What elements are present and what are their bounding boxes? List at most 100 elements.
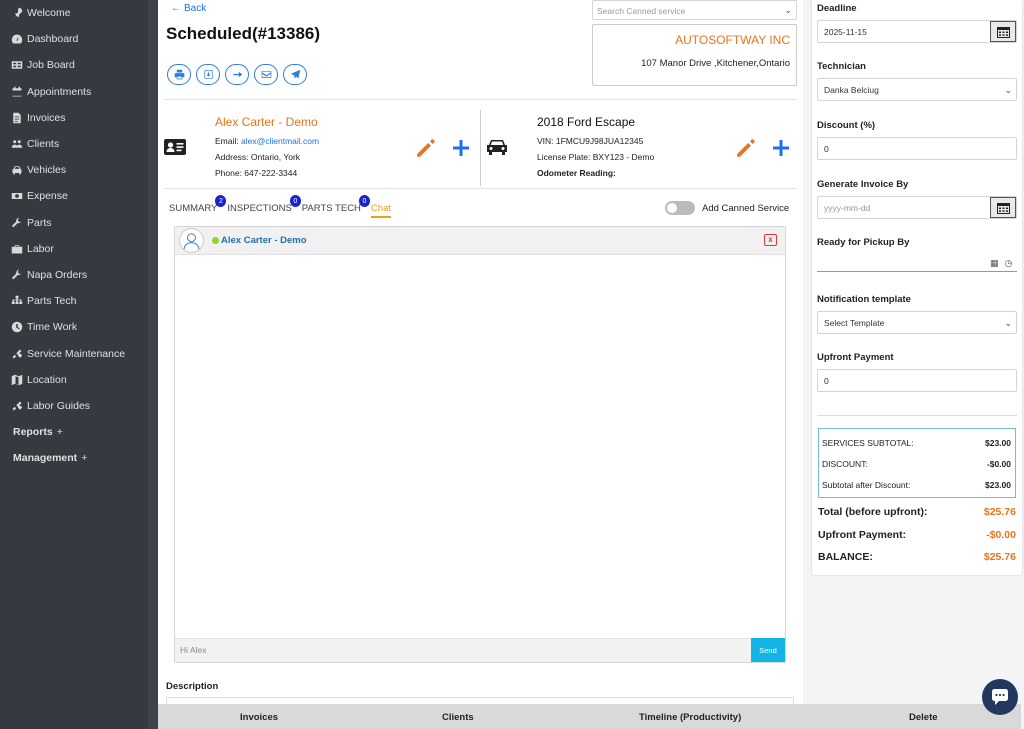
- clock-icon: [10, 321, 23, 334]
- sidebar-item-napa-orders[interactable]: Napa Orders: [0, 262, 148, 288]
- action-toolbar: [167, 64, 307, 85]
- sidebar-item-clients[interactable]: Clients: [0, 131, 148, 157]
- envelope-icon: [261, 71, 271, 78]
- invoice-icon: [10, 111, 23, 124]
- generate-invoice-calendar-button[interactable]: [990, 197, 1016, 218]
- notification-template-label: Notification template: [817, 294, 911, 305]
- client-name[interactable]: Alex Carter - Demo: [215, 115, 318, 129]
- sidebar-item-welcome[interactable]: Welcome: [0, 0, 148, 26]
- download-button[interactable]: [196, 64, 220, 85]
- sidebar-item-vehicles[interactable]: Vehicles: [0, 157, 148, 183]
- chat-send-button[interactable]: Send: [751, 638, 785, 662]
- edit-client-pencil-icon[interactable]: [415, 137, 437, 159]
- calendar-icon: [10, 85, 23, 98]
- sidebar-item-location[interactable]: Location: [0, 367, 148, 393]
- calendar-icon[interactable]: ▦: [990, 258, 999, 269]
- sidebar-item-labor[interactable]: Labor: [0, 236, 148, 262]
- dashboard-icon: [10, 33, 23, 46]
- edit-vehicle-pencil-icon[interactable]: [735, 137, 757, 159]
- sidebar-item-parts[interactable]: Parts: [0, 210, 148, 236]
- client-address: Address: Ontario, York: [215, 152, 301, 162]
- wrench-icon: [10, 216, 23, 229]
- chat-bubble-button[interactable]: [982, 679, 1018, 715]
- description-label: Description: [166, 681, 219, 692]
- tools-icon: [10, 399, 23, 412]
- sidebar-item-expense[interactable]: Expense: [0, 183, 148, 209]
- deadline-calendar-button[interactable]: [990, 21, 1016, 42]
- sidebar-item-label: Labor: [27, 242, 54, 255]
- footer-invoices-button[interactable]: Invoices: [240, 712, 278, 723]
- deadline-input[interactable]: 2025-11-15: [817, 20, 1017, 43]
- discount-input[interactable]: 0: [817, 137, 1017, 160]
- add-vehicle-plus-icon[interactable]: [771, 138, 791, 158]
- tab-badge: 0: [289, 195, 301, 207]
- chat-message-input[interactable]: Hi Alex: [175, 638, 751, 662]
- divider: [817, 415, 1017, 416]
- chat-bubble-icon: [992, 689, 1008, 705]
- footer-clients-button[interactable]: Clients: [442, 712, 474, 723]
- upfront-payment-input[interactable]: 0: [817, 369, 1017, 392]
- arrow-right-icon: [232, 71, 242, 78]
- download-icon: [203, 70, 213, 79]
- back-link[interactable]: ← Back: [171, 3, 206, 14]
- id-card-icon: [164, 139, 186, 155]
- add-canned-service-toggle[interactable]: [665, 201, 695, 215]
- client-phone: Phone: 647-222-3344: [215, 168, 298, 178]
- services-subtotal-row: SERVICES SUBTOTAL: $23.00: [822, 438, 1011, 448]
- chevron-down-icon: ⌄: [1004, 85, 1012, 95]
- footer-timeline-button[interactable]: Timeline (Productivity): [639, 712, 741, 723]
- pickup-datetime-input[interactable]: [817, 271, 1017, 272]
- tab-summary[interactable]: SUMMARY 2: [169, 195, 227, 218]
- tab-badge: 2: [215, 195, 227, 207]
- divider: [164, 188, 797, 189]
- map-icon: [10, 373, 23, 386]
- add-client-plus-icon[interactable]: [451, 138, 471, 158]
- print-button[interactable]: [167, 64, 191, 85]
- vehicle-name: 2018 Ford Escape: [537, 115, 636, 129]
- sidebar-item-label: Location: [27, 373, 67, 386]
- sidebar-item-label: Parts: [27, 216, 52, 229]
- sidebar-item-label: Appointments: [27, 85, 92, 98]
- sidebar-item-job-board[interactable]: Job Board: [0, 52, 148, 78]
- technician-select[interactable]: Danka Belciug ⌄: [817, 78, 1017, 101]
- tab-parts-tech[interactable]: PARTS TECH 0: [302, 195, 370, 218]
- vehicle-vin: VIN: 1FMCU9J98JUA12345: [537, 136, 644, 146]
- email-button[interactable]: [254, 64, 278, 85]
- sidebar-item-management[interactable]: Management +: [0, 445, 148, 471]
- sidebar-item-labor-guides[interactable]: Labor Guides: [0, 393, 148, 419]
- notification-template-select[interactable]: Select Template ⌄: [817, 311, 1017, 334]
- sidebar-item-invoices[interactable]: Invoices: [0, 105, 148, 131]
- tab-inspections[interactable]: INSPECTIONS 0: [227, 195, 301, 218]
- canned-service-select[interactable]: Search Canned service ⌄: [592, 0, 797, 20]
- generate-invoice-input[interactable]: yyyy-mm-dd: [817, 196, 1017, 219]
- footer-delete-button[interactable]: Delete: [909, 712, 938, 723]
- sidebar-item-label: Clients: [27, 138, 60, 151]
- discount-label: Discount (%): [817, 120, 876, 131]
- order-details-panel: Deadline 2025-11-15 Technician Danka Bel…: [812, 0, 1022, 575]
- sidebar-item-time-work[interactable]: Time Work: [0, 314, 148, 340]
- sidebar-item-parts-tech[interactable]: Parts Tech: [0, 288, 148, 314]
- forward-button[interactable]: [225, 64, 249, 85]
- pickup-label: Ready for Pickup By: [817, 237, 910, 248]
- sidebar-item-reports[interactable]: Reports +: [0, 419, 148, 445]
- send-button[interactable]: [283, 64, 307, 85]
- chat-panel: Alex Carter - Demo x Hi Alex Send: [174, 226, 786, 663]
- wrench-icon: [10, 268, 23, 281]
- chat-header: Alex Carter - Demo x: [175, 227, 785, 255]
- tab-chat[interactable]: Chat: [370, 198, 391, 218]
- close-chat-button[interactable]: x: [764, 234, 777, 246]
- tools-icon: [10, 347, 23, 360]
- sidebar: Welcome Dashboard Job Board Appointments Inv…: [0, 0, 148, 729]
- calendar-icon: [996, 202, 1010, 214]
- sidebar-item-service-maintenance[interactable]: Service Maintenance: [0, 340, 148, 366]
- sidebar-scrollbar[interactable]: [148, 0, 158, 729]
- sidebar-item-dashboard[interactable]: Dashboard: [0, 26, 148, 52]
- sidebar-item-label: Welcome: [27, 7, 71, 20]
- pickup-datetime-controls: ▦ ◷: [990, 258, 1012, 269]
- sidebar-item-appointments[interactable]: Appointments: [0, 79, 148, 105]
- sidebar-item-label: Invoices: [27, 111, 66, 124]
- total-row: Total (before upfront): $25.76: [818, 506, 1016, 518]
- clock-icon[interactable]: ◷: [1005, 258, 1013, 269]
- company-card: AUTOSOFTWAY INC 107 Manor Drive ,Kitchen…: [592, 24, 797, 86]
- sidebar-item-label: Job Board: [27, 59, 75, 72]
